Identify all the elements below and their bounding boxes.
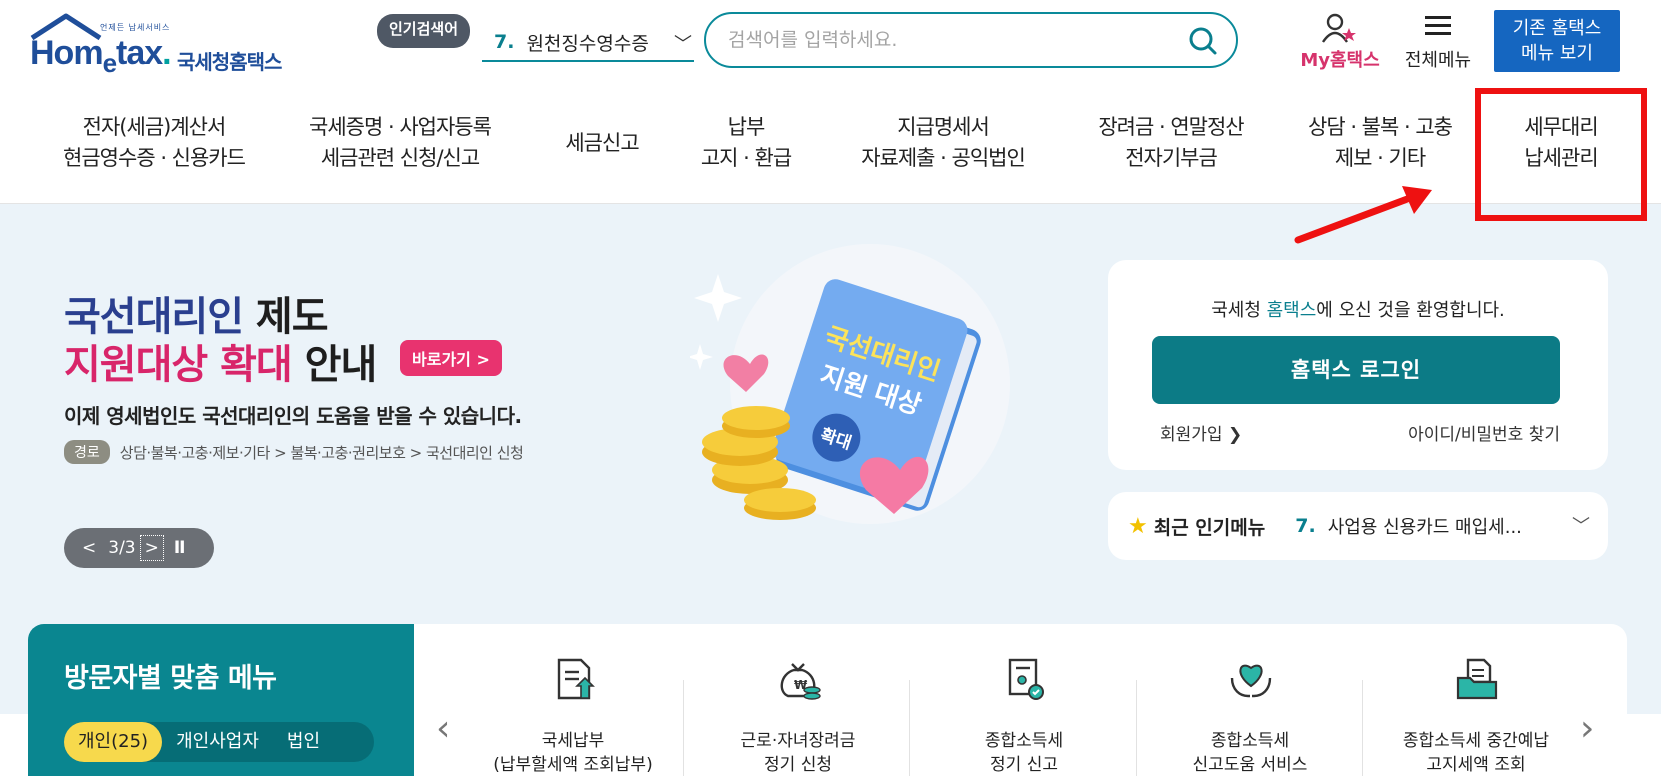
join-link[interactable]: 회원가입 ❯: [1160, 420, 1242, 445]
divider: [909, 680, 910, 776]
all-menu-button[interactable]: 전체메뉴: [1398, 10, 1478, 71]
popular-search-select[interactable]: 7. 원천징수영수증 ﹀: [482, 24, 694, 62]
tab-corporation[interactable]: 법인: [273, 722, 334, 762]
user-star-icon: [1322, 13, 1356, 43]
nav-item-line2: 고지 · 환급: [700, 146, 792, 170]
popular-menu-card[interactable]: ★ 최근 인기메뉴 7. 사업용 신용카드 매입세... ﹀: [1108, 492, 1608, 560]
tab-individual[interactable]: 개인(25): [64, 722, 163, 762]
search-input[interactable]: [728, 26, 1158, 54]
old-menu-line1: 기존 홈택스: [1512, 18, 1602, 39]
service-line1: 종합소득세 중간예납: [1402, 731, 1550, 751]
popular-search-badge: 인기검색어: [377, 14, 471, 48]
service-line2: 정기 신청: [764, 755, 832, 775]
service-item-income-tax-help[interactable]: 종합소득세 신고도움 서비스: [1150, 656, 1350, 776]
my-hometax-button[interactable]: My홈택스: [1295, 10, 1385, 71]
nav-item-line1: 장려금 · 연말정산: [1098, 115, 1244, 139]
banner-pager: < 3/3 > II: [64, 528, 214, 568]
certificate-icon: [1008, 658, 1044, 700]
pager-pause-button[interactable]: II: [174, 538, 186, 558]
nav-item-line2: 제보 · 기타: [1334, 146, 1426, 170]
service-line1: 종합소득세: [1210, 731, 1290, 751]
nav-item-line2: 자료제출 · 공익법인: [861, 146, 1026, 170]
logo-korean-name: 국세청홈택스: [177, 50, 282, 74]
tab-sole-proprietor[interactable]: 개인사업자: [162, 722, 273, 762]
chevron-down-icon[interactable]: ﹀: [1572, 512, 1590, 538]
nav-item-line1: 국세증명 · 사업자등록: [309, 115, 492, 139]
hero-route: 경로 상담·불복·고충·제보·기타 > 불복·고충·권리보호 > 국선대리인 신…: [64, 440, 524, 464]
folder-document-icon: [1456, 658, 1498, 700]
service-line2: 신고도움 서비스: [1192, 755, 1308, 775]
welcome-text: 국세청 홈택스에 오신 것을 환영합니다.: [1211, 300, 1505, 321]
old-menu-line2: 메뉴 보기: [1521, 43, 1593, 64]
nav-item-incentive[interactable]: 장려금 · 연말정산 전자기부금: [1076, 112, 1266, 174]
login-card: 국세청 홈택스에 오신 것을 환영합니다. 홈택스 로그인 회원가입 ❯ 아이디…: [1108, 260, 1608, 470]
pager-prev-button[interactable]: <: [82, 538, 96, 558]
annotation-arrow-icon: [1294, 186, 1432, 244]
nav-item-line1: 상담 · 불복 · 고충: [1308, 115, 1453, 139]
route-path: 상담·불복·고충·제보·기타 > 불복·고충·권리보호 > 국선대리인 신청: [119, 443, 524, 462]
document-upload-icon: [557, 658, 595, 700]
divider: [683, 680, 684, 776]
nav-item-line1: 전자(세금)계산서: [82, 115, 227, 139]
money-bag-icon: ₩: [780, 663, 821, 700]
visitor-menu-title: 방문자별 맞춤 메뉴: [64, 663, 277, 694]
my-hometax-label: My홈택스: [1300, 50, 1380, 71]
nav-item-line1: 세금신고: [565, 131, 639, 155]
popular-menu-title: 최근 인기메뉴: [1153, 516, 1266, 539]
go-button[interactable]: 바로가기 >: [400, 340, 502, 376]
service-line2: 정기 신고: [990, 755, 1058, 775]
pager-count: 3/3: [108, 538, 136, 558]
service-line2: 고지세액 조회: [1426, 755, 1526, 775]
service-item-income-tax-return[interactable]: 종합소득세 정기 신고: [924, 656, 1124, 776]
guidebook-illustration: 국선대리인 지원 대상 확대: [690, 244, 1010, 524]
nav-item-line2: 현금영수증 · 신용카드: [63, 146, 246, 170]
popular-menu-rank: 7.: [1295, 515, 1316, 537]
service-line1: 국세납부: [541, 731, 605, 751]
popular-menu-text: 사업용 신용카드 매입세...: [1327, 517, 1522, 538]
service-line2: (납부할세액 조회납부): [493, 755, 653, 775]
nav-item-payment-statement[interactable]: 지급명세서 자료제출 · 공익법인: [838, 112, 1048, 174]
logo-tagline: 언제든 납세서비스: [100, 23, 171, 32]
old-hometax-menu-button[interactable]: 기존 홈택스 메뉴 보기: [1494, 10, 1620, 72]
nav-item-invoice[interactable]: 전자(세금)계산서 현금영수증 · 신용카드: [44, 112, 264, 174]
nav-item-certificate[interactable]: 국세증명 · 사업자등록 세금관련 신청/신고: [290, 112, 510, 174]
service-item-tax-payment[interactable]: 국세납부 (납부할세액 조회납부): [473, 656, 673, 776]
annotation-highlight-box: [1475, 88, 1647, 221]
star-icon: ★: [1128, 513, 1148, 539]
route-tag: 경로: [64, 440, 110, 464]
popular-search-term: 원천징수영수증: [526, 32, 649, 55]
visitor-tabs: 개인(25) 개인사업자 법인: [64, 722, 374, 762]
visitor-menu-panel: 방문자별 맞춤 메뉴 개인(25) 개인사업자 법인: [28, 624, 414, 776]
heart-hands-icon: [1230, 664, 1272, 698]
logo-brand: Hometax.: [30, 34, 172, 78]
nav-item-line1: 지급명세서: [897, 115, 990, 139]
login-button[interactable]: 홈택스 로그인: [1152, 336, 1560, 404]
chevron-down-icon: ﹀: [674, 34, 692, 55]
nav-item-line2: 전자기부금: [1125, 146, 1218, 170]
carousel-next-icon[interactable]: ›: [1580, 708, 1594, 749]
all-menu-label: 전체메뉴: [1404, 50, 1472, 71]
nav-item-consultation[interactable]: 상담 · 불복 · 고충 제보 · 기타: [1290, 112, 1470, 174]
hero-title-line2: 지원대상 확대 안내: [64, 342, 377, 388]
nav-item-tax-return[interactable]: 세금신고: [550, 128, 654, 159]
nav-item-payment[interactable]: 납부 고지 · 환급: [686, 112, 806, 174]
search-box: [704, 12, 1238, 68]
hometax-logo[interactable]: 언제든 납세서비스 Hometax. 국세청홈택스: [30, 12, 300, 78]
hero-subtitle: 이제 영세법인도 국선대리인의 도움을 받을 수 있습니다.: [64, 404, 522, 428]
service-line1: 종합소득세: [984, 731, 1064, 751]
service-line1: 근로·자녀장려금: [740, 731, 856, 751]
header: 언제든 납세서비스 Hometax. 국세청홈택스 인기검색어 7. 원천징수영…: [0, 0, 1661, 80]
nav-item-line1: 납부: [727, 115, 766, 139]
service-item-earned-income-credit[interactable]: ₩ 근로·자녀장려금 정기 신청: [698, 656, 898, 776]
pager-next-button[interactable]: >: [139, 535, 164, 561]
popular-search-rank: 7.: [494, 31, 515, 53]
nav-item-line2: 세금관련 신청/신고: [320, 146, 480, 170]
divider: [1136, 680, 1137, 776]
divider: [1362, 680, 1363, 776]
service-item-interim-prepayment[interactable]: 종합소득세 중간예납 고지세액 조회: [1376, 656, 1576, 776]
search-icon[interactable]: [1188, 26, 1218, 56]
hamburger-icon: [1425, 16, 1451, 35]
carousel-prev-icon[interactable]: ‹: [436, 708, 450, 749]
find-id-password-link[interactable]: 아이디/비밀번호 찾기: [1408, 420, 1560, 445]
